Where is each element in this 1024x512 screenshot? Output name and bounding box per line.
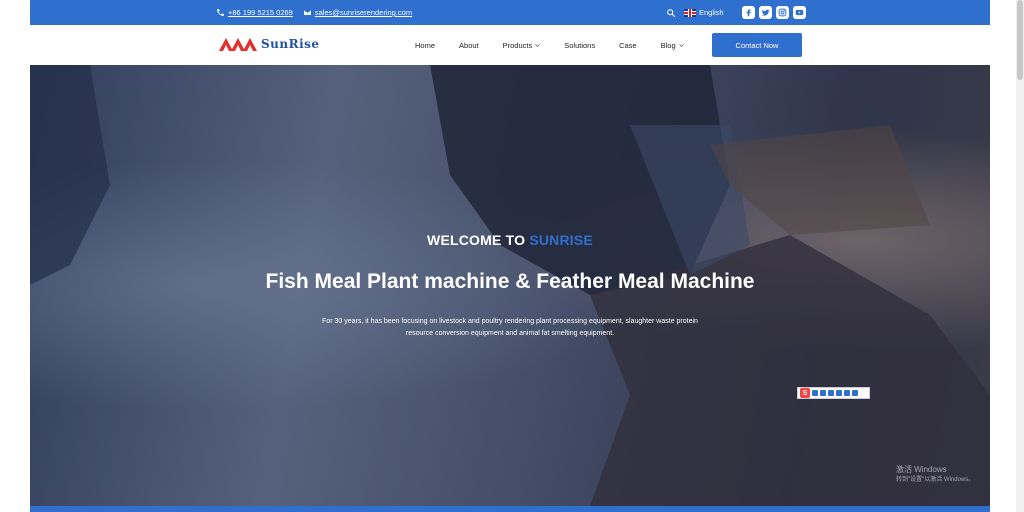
phone-link[interactable]: +86 199 5215 0269 [216,8,293,17]
chevron-down-icon [535,43,540,47]
mail-icon [303,9,312,16]
youtube-icon[interactable] [793,6,806,19]
language-label: English [699,8,724,17]
welcome-brand: SUNRISE [529,232,593,248]
chevron-down-icon [678,43,684,47]
next-section-strip [30,506,990,512]
watermark-title: 激活 Windows [896,465,947,474]
sunrise-logo-icon [219,38,257,51]
brand-name: SunRise [261,37,320,51]
twitter-icon[interactable] [759,6,772,19]
nav-home-label: Home [415,40,436,50]
ime-chinese-icon[interactable] [812,390,818,396]
nav-products[interactable]: Products [503,41,541,50]
phone-number: +86 199 5215 0269 [228,8,293,17]
email-link[interactable]: sales@sunriserendering.com [303,8,412,17]
hero-title: Fish Meal Plant machine & Feather Meal M… [265,270,755,293]
page: +86 199 5215 0269 sales@sunriserendering… [0,0,1024,512]
site-logo[interactable]: SunRise [217,35,320,53]
watermark-subtitle: 转到"设置"以激活 Windows。 [896,477,975,483]
language-selector[interactable]: English [684,8,724,17]
nav-home[interactable]: Home [415,41,435,50]
ime-grid-icon[interactable] [852,390,858,396]
hero-welcome: WELCOME TO SUNRISE [30,232,990,248]
hero-banner: WELCOME TO SUNRISE Fish Meal Plant machi… [30,65,990,506]
nav-solutions-label: Solutions [564,40,596,50]
email-address: sales@sunriserendering.com [314,8,413,17]
social-links [742,6,806,19]
ime-keyboard-icon[interactable] [836,390,842,396]
ime-toolbar[interactable]: S [797,387,870,399]
topbar-tools: English [666,0,724,25]
nav-about[interactable]: About [459,41,479,50]
phone-icon [217,9,224,16]
ime-punct-icon[interactable] [820,390,826,396]
scrollbar-thumb[interactable] [1017,0,1023,80]
page-scrollbar[interactable] [1016,0,1024,512]
welcome-prefix: WELCOME TO [427,232,530,248]
ime-shirt-icon[interactable] [844,390,850,396]
search-icon[interactable] [666,8,676,18]
contact-now-button[interactable]: Contact Now [712,33,802,57]
hero-description: For 30 years, it has been focusing on li… [322,318,698,337]
nav-blog[interactable]: Blog [661,41,684,50]
instagram-icon[interactable] [776,6,789,19]
uk-flag-icon [684,8,696,17]
top-info-bar: +86 199 5215 0269 sales@sunriserendering… [30,0,990,25]
nav-case[interactable]: Case [619,41,637,50]
facebook-icon[interactable] [742,6,755,19]
nav-menu: Home About Products Solutions Case Blog [415,25,684,65]
nav-case-label: Case [619,40,637,50]
contact-info: +86 199 5215 0269 sales@sunriserendering… [216,0,412,25]
nav-solutions[interactable]: Solutions [564,41,595,50]
windows-activation-watermark: 激活 Windows 转到"设置"以激活 Windows。 [896,465,974,485]
ime-mic-icon[interactable] [828,390,834,396]
nav-blog-label: Blog [660,40,676,50]
nav-about-label: About [459,40,479,50]
ime-logo: S [800,388,810,398]
nav-products-label: Products [502,40,533,50]
main-navbar: SunRise Home About Products Solutions Ca… [30,25,990,65]
